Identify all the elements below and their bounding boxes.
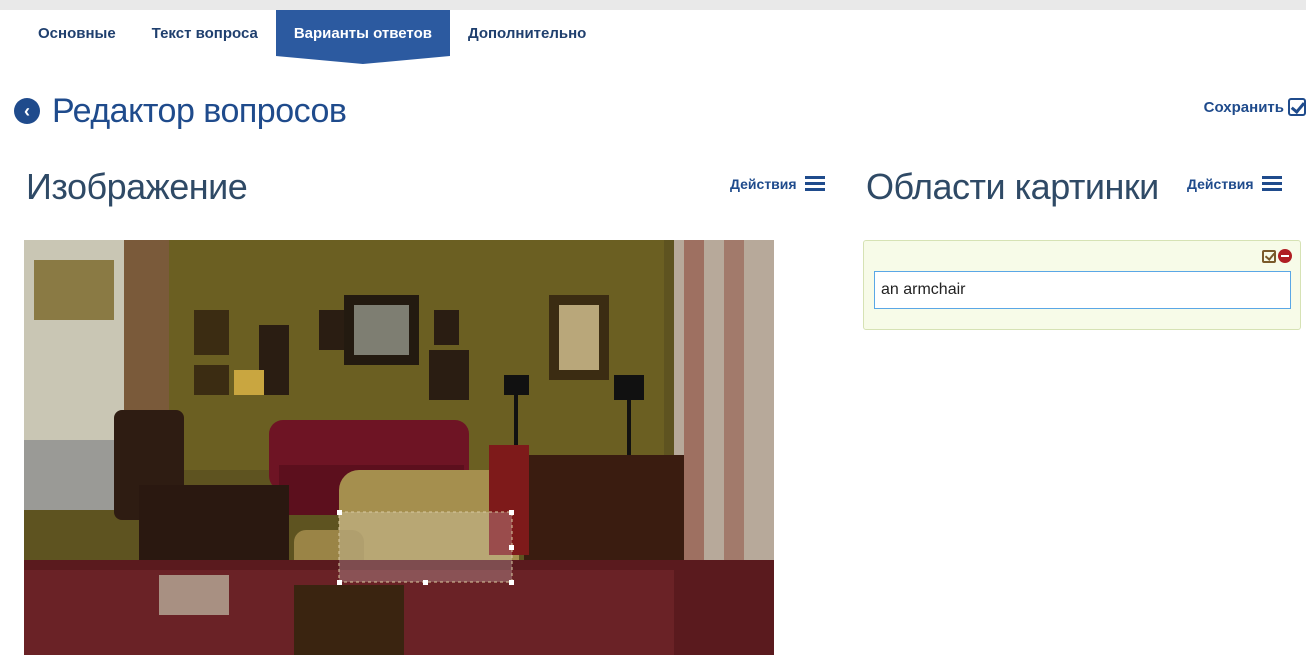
region-handle[interactable]: [337, 580, 342, 585]
image-section-title: Изображение: [26, 166, 248, 207]
region-handle[interactable]: [423, 580, 428, 585]
check-square-icon: [1288, 98, 1306, 116]
delete-icon[interactable]: [1278, 249, 1292, 263]
region-card-controls: [1262, 249, 1292, 263]
tab-answer-options[interactable]: Варианты ответов: [275, 10, 450, 56]
region-handle[interactable]: [509, 580, 514, 585]
tab-basic[interactable]: Основные: [20, 10, 134, 56]
question-editor-page: Основные Текст вопроса Варианты ответов …: [0, 0, 1306, 655]
region-name-input[interactable]: [874, 271, 1291, 309]
regions-section-title: Области картинки: [866, 166, 1159, 207]
check-square-icon[interactable]: [1262, 249, 1276, 263]
hamburger-icon: [804, 176, 825, 192]
region-card: [863, 240, 1301, 330]
chevron-left-circle-icon[interactable]: ‹: [14, 98, 40, 124]
regions-actions-menu[interactable]: Действия: [1187, 176, 1282, 192]
save-label: Сохранить: [1203, 98, 1284, 116]
region-handle[interactable]: [337, 510, 342, 515]
tab-question-text[interactable]: Текст вопроса: [134, 10, 276, 56]
editor-header: ‹ Редактор вопросов Сохранить: [12, 88, 1306, 136]
image-actions-label: Действия: [730, 176, 797, 192]
question-image[interactable]: [24, 240, 774, 655]
image-actions-menu[interactable]: Действия: [730, 176, 825, 192]
tab-bar: Основные Текст вопроса Варианты ответов …: [20, 10, 604, 56]
tab-additional[interactable]: Дополнительно: [450, 10, 604, 56]
region-handle[interactable]: [509, 510, 514, 515]
save-button[interactable]: Сохранить: [1204, 98, 1306, 116]
top-strip: [0, 0, 1306, 10]
region-handle[interactable]: [509, 545, 514, 550]
regions-actions-label: Действия: [1187, 176, 1254, 192]
page-title: Редактор вопросов: [52, 92, 347, 130]
living-room-photo: [24, 240, 774, 655]
hamburger-icon: [1261, 176, 1282, 192]
